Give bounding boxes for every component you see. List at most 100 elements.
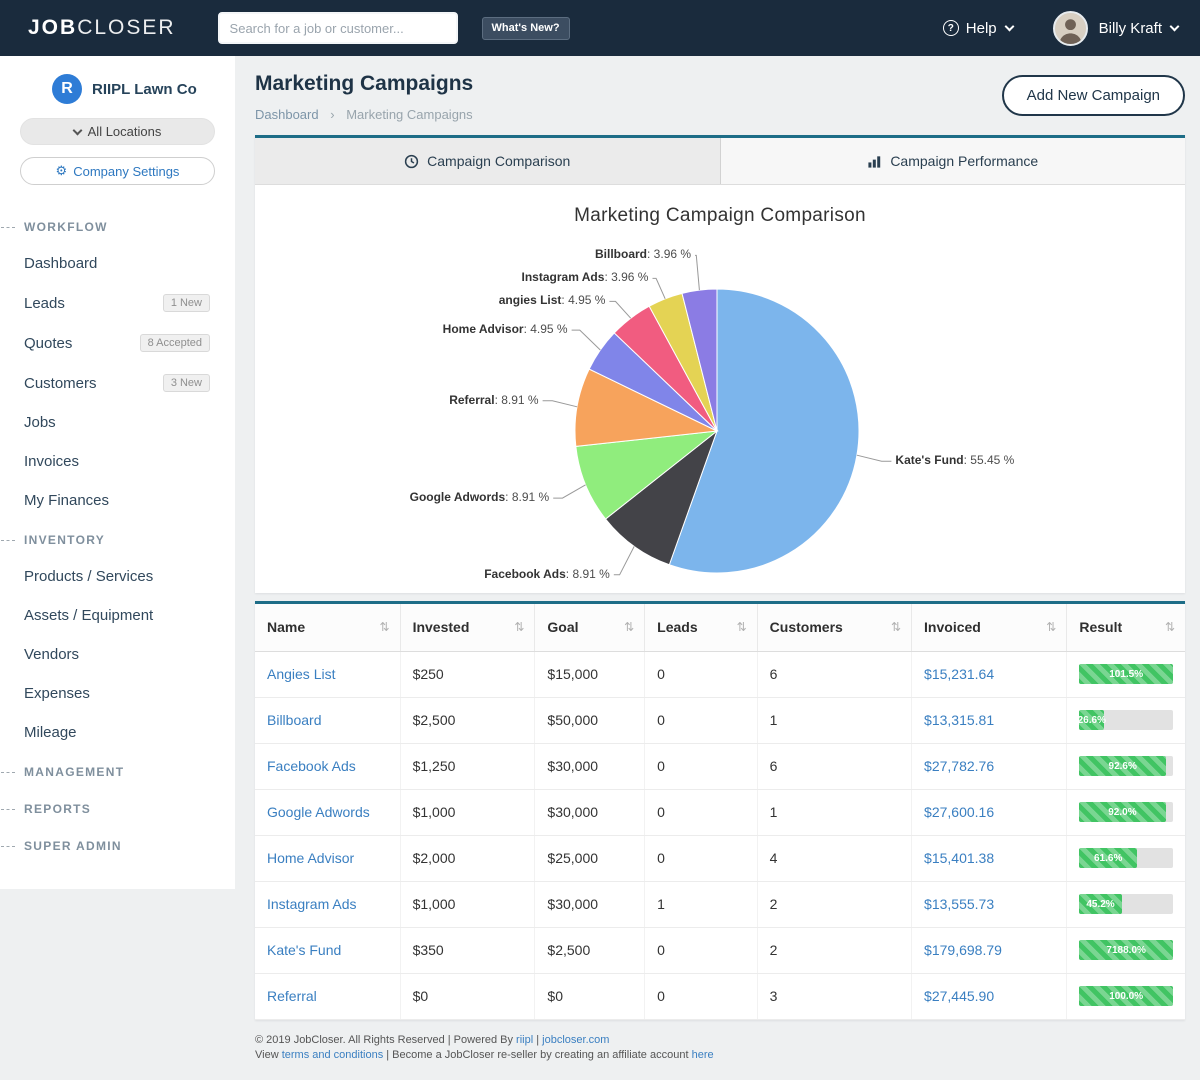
help-menu[interactable]: ? Help [943, 20, 1013, 37]
result-bar-track: 101.5% [1079, 664, 1173, 684]
app-logo[interactable]: JOBCLOSER [28, 16, 176, 40]
sidebar-item-expenses[interactable]: Expenses [0, 674, 235, 713]
campaign-link[interactable]: Home Advisor [267, 850, 354, 866]
cell-name: Instagram Ads [255, 881, 400, 927]
campaign-table: Name⇅Invested⇅Goal⇅Leads⇅Customers⇅Invoi… [255, 604, 1185, 1020]
terms-link[interactable]: terms and conditions [282, 1049, 384, 1061]
cell-result: 92.0% [1067, 789, 1185, 835]
chart-card: Campaign Comparison Campaign Performance… [255, 135, 1185, 593]
sidebar-item-quotes[interactable]: Quotes 8 Accepted [0, 323, 235, 363]
nav-section-workflow[interactable]: WORKFLOW [0, 207, 235, 244]
column-header-leads[interactable]: Leads⇅ [645, 604, 758, 651]
riipl-link[interactable]: riipl [516, 1034, 533, 1046]
result-progress-bar: 45.2% [1079, 894, 1121, 914]
result-percent-label: 61.6% [1094, 853, 1122, 864]
sidebar-item-my-finances[interactable]: My Finances [0, 481, 235, 520]
locations-label: All Locations [88, 124, 162, 139]
cell-goal: $25,000 [535, 835, 645, 881]
pie-connector-line [609, 301, 630, 318]
campaign-link[interactable]: Google Adwords [267, 804, 370, 820]
invoiced-link[interactable]: $13,555.73 [924, 896, 994, 912]
sidebar-item-label: Assets / Equipment [24, 607, 153, 624]
sidebar-item-assets-equipment[interactable]: Assets / Equipment [0, 596, 235, 635]
cell-leads: 1 [645, 881, 758, 927]
column-header-invoiced[interactable]: Invoiced⇅ [912, 604, 1067, 651]
locations-dropdown[interactable]: All Locations [20, 118, 215, 145]
sort-icon[interactable]: ⇅ [1165, 620, 1175, 634]
company-settings-button[interactable]: ⚙ Company Settings [20, 157, 215, 185]
column-label: Result [1079, 619, 1122, 635]
sort-icon[interactable]: ⇅ [624, 620, 634, 634]
result-progress-bar: 7188.0% [1079, 940, 1173, 960]
sidebar-item-dashboard[interactable]: Dashboard [0, 244, 235, 283]
invoiced-link[interactable]: $27,600.16 [924, 804, 994, 820]
campaign-link[interactable]: Referral [267, 988, 317, 1004]
sort-icon[interactable]: ⇅ [514, 620, 524, 634]
cell-customers: 1 [757, 697, 911, 743]
campaign-link[interactable]: Facebook Ads [267, 758, 356, 774]
gear-icon: ⚙ [56, 163, 68, 179]
column-header-customers[interactable]: Customers⇅ [757, 604, 911, 651]
nav-section-management[interactable]: MANAGEMENT [0, 752, 235, 789]
company-header: R RIIPL Lawn Co [0, 74, 235, 104]
status-badge: 8 Accepted [140, 334, 210, 352]
sort-icon[interactable]: ⇅ [380, 620, 390, 634]
column-header-invested[interactable]: Invested⇅ [400, 604, 535, 651]
whats-new-button[interactable]: What's New? [482, 17, 570, 40]
table-row: Facebook Ads$1,250$30,00006$27,782.7692.… [255, 743, 1185, 789]
section-label: SUPER ADMIN [24, 839, 122, 853]
sort-icon[interactable]: ⇅ [1046, 620, 1056, 634]
invoiced-link[interactable]: $179,698.79 [924, 942, 1002, 958]
result-progress-bar: 101.5% [1079, 664, 1173, 684]
column-header-result[interactable]: Result ⇅ [1067, 604, 1185, 651]
sort-icon[interactable]: ⇅ [737, 620, 747, 634]
pie-stage: Marketing Campaign Comparison Kate's Fun… [255, 185, 1185, 593]
invoiced-link[interactable]: $15,401.38 [924, 850, 994, 866]
footer-line-1: © 2019 JobCloser. All Rights Reserved | … [255, 1033, 1185, 1048]
invoiced-link[interactable]: $15,231.64 [924, 666, 994, 682]
tab-campaign-comparison[interactable]: Campaign Comparison [255, 138, 720, 184]
campaign-link[interactable]: Billboard [267, 712, 321, 728]
add-new-campaign-button[interactable]: Add New Campaign [1002, 75, 1185, 116]
sidebar-item-customers[interactable]: Customers3 New [0, 363, 235, 403]
sidebar-item-leads[interactable]: Leads1 New [0, 283, 235, 323]
table-row: Home Advisor$2,000$25,00004$15,401.3861.… [255, 835, 1185, 881]
sidebar-item-jobs[interactable]: Jobs [0, 403, 235, 442]
campaign-link[interactable]: Kate's Fund [267, 942, 341, 958]
cell-invested: $1,250 [400, 743, 535, 789]
sidebar-item-label: Quotes [24, 335, 72, 352]
nav-section-super-admin[interactable]: SUPER ADMIN [0, 826, 235, 863]
pie-connector-line [543, 401, 578, 407]
nav-section-reports[interactable]: REPORTS [0, 789, 235, 826]
cell-result: 45.2% [1067, 881, 1185, 927]
sidebar-item-label: My Finances [24, 492, 109, 509]
invoiced-link[interactable]: $27,445.90 [924, 988, 994, 1004]
affiliate-link[interactable]: here [692, 1049, 714, 1061]
user-menu[interactable]: Billy Kraft [1099, 20, 1178, 37]
result-progress-bar: 92.6% [1079, 756, 1166, 776]
sidebar-item-mileage[interactable]: Mileage [0, 713, 235, 752]
avatar[interactable] [1053, 11, 1088, 46]
breadcrumb-dashboard[interactable]: Dashboard [255, 107, 319, 122]
table-body: Angies List$250$15,00006$15,231.64101.5%… [255, 651, 1185, 1019]
column-header-name[interactable]: Name⇅ [255, 604, 400, 651]
campaign-link[interactable]: Angies List [267, 666, 335, 682]
result-progress-bar: 92.0% [1079, 802, 1165, 822]
jobcloser-link[interactable]: jobcloser.com [542, 1034, 609, 1046]
search-input[interactable] [218, 12, 458, 44]
sidebar-item-products-services[interactable]: Products / Services [0, 557, 235, 596]
column-header-goal[interactable]: Goal⇅ [535, 604, 645, 651]
cell-invested: $2,500 [400, 697, 535, 743]
invoiced-link[interactable]: $13,315.81 [924, 712, 994, 728]
table-header-row: Name⇅Invested⇅Goal⇅Leads⇅Customers⇅Invoi… [255, 604, 1185, 651]
result-bar-track: 26.6% [1079, 710, 1173, 730]
pie-connector-line [553, 485, 585, 498]
sidebar-item-vendors[interactable]: Vendors [0, 635, 235, 674]
campaign-link[interactable]: Instagram Ads [267, 896, 357, 912]
sidebar-item-invoices[interactable]: Invoices [0, 442, 235, 481]
invoiced-link[interactable]: $27,782.76 [924, 758, 994, 774]
cell-name: Home Advisor [255, 835, 400, 881]
sort-icon[interactable]: ⇅ [891, 620, 901, 634]
nav-section-inventory[interactable]: INVENTORY [0, 520, 235, 557]
tab-campaign-performance[interactable]: Campaign Performance [720, 138, 1186, 184]
